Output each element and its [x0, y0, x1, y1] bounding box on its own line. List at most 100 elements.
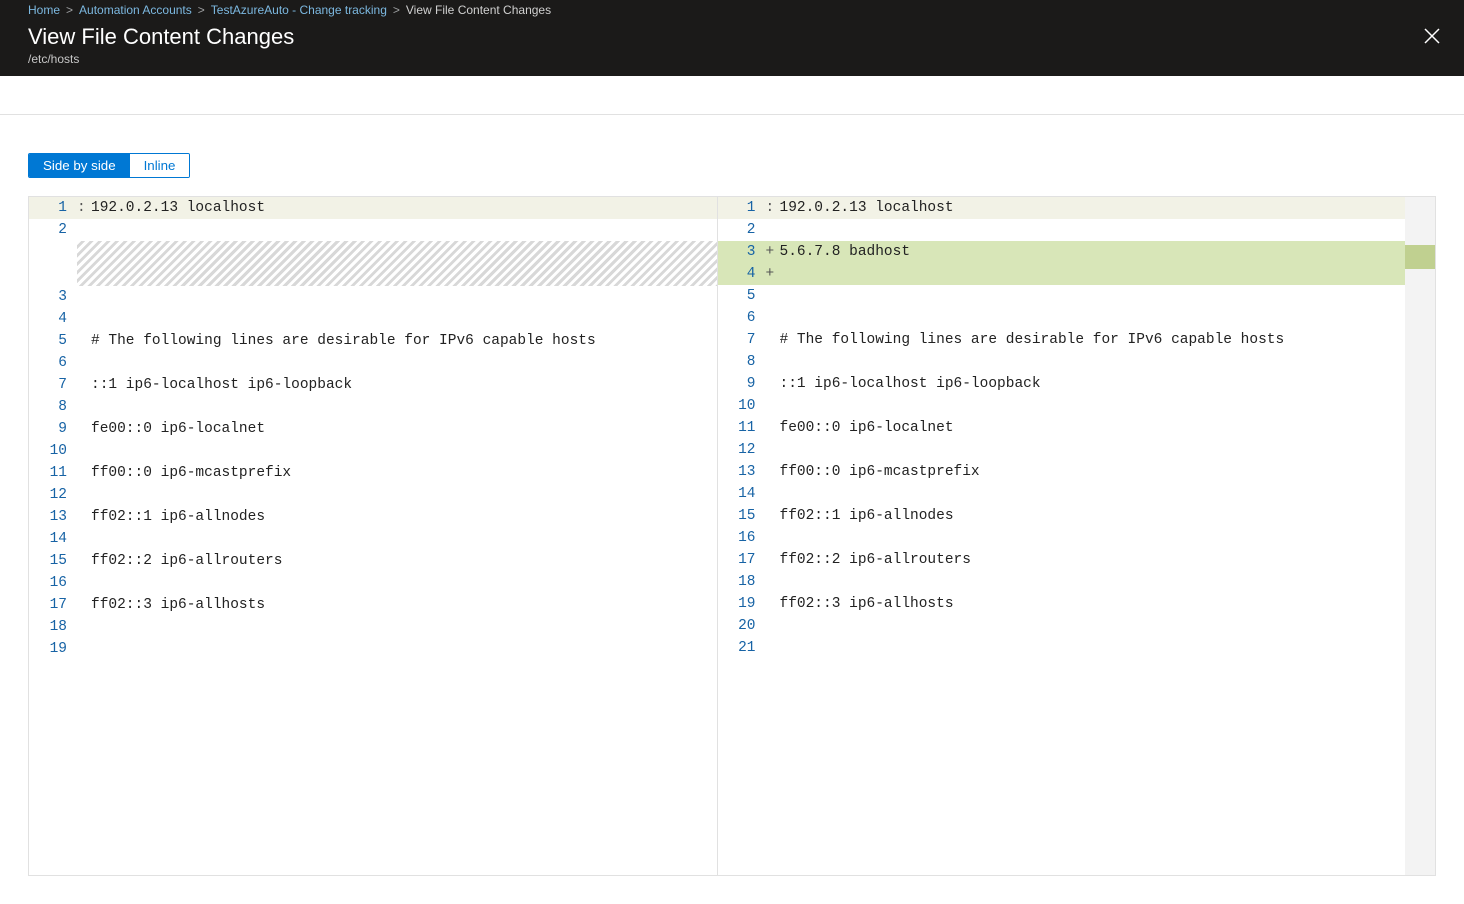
diff-pane-right[interactable]: 1:192.0.2.13 localhost23+5.6.7.8 badhost…: [718, 197, 1406, 875]
toggle-side-by-side[interactable]: Side by side: [29, 154, 130, 177]
line-number: 15: [718, 505, 766, 527]
line-number: 6: [718, 307, 766, 329]
line-marker: [766, 637, 780, 659]
line-number: 19: [718, 593, 766, 615]
line-content: ff00::0 ip6-mcastprefix: [91, 462, 717, 484]
line-number: 16: [29, 572, 77, 594]
line-content: ff02::3 ip6-allhosts: [91, 594, 717, 616]
line-number: 2: [29, 219, 77, 241]
diff-line: 7# The following lines are desirable for…: [718, 329, 1406, 351]
line-marker: [77, 418, 91, 440]
line-content: [780, 351, 1406, 373]
breadcrumb-current: View File Content Changes: [406, 3, 551, 17]
line-number: 13: [29, 506, 77, 528]
line-marker: :: [766, 197, 780, 219]
line-marker: [766, 483, 780, 505]
diff-line: 9::1 ip6-localhost ip6-loopback: [718, 373, 1406, 395]
line-marker: [766, 615, 780, 637]
line-content: ::1 ip6-localhost ip6-loopback: [91, 374, 717, 396]
line-number: 18: [29, 616, 77, 638]
line-content: [780, 571, 1406, 593]
line-number: 3: [718, 241, 766, 263]
line-marker: [77, 352, 91, 374]
diff-line: 14: [718, 483, 1406, 505]
diff-line: 14: [29, 528, 717, 550]
breadcrumb-automation[interactable]: Automation Accounts: [79, 3, 192, 17]
line-marker: [77, 396, 91, 418]
toggle-inline[interactable]: Inline: [130, 154, 190, 177]
diff-line: 1:192.0.2.13 localhost: [718, 197, 1406, 219]
line-marker: [77, 616, 91, 638]
line-number: 17: [718, 549, 766, 571]
diff-line: 18: [718, 571, 1406, 593]
diff-line: 8: [29, 396, 717, 418]
line-content: ff00::0 ip6-mcastprefix: [780, 461, 1406, 483]
diff-line: 15ff02::2 ip6-allrouters: [29, 550, 717, 572]
line-number: [29, 241, 77, 286]
diff-line: 1:192.0.2.13 localhost: [29, 197, 717, 219]
line-content: 5.6.7.8 badhost: [780, 241, 1406, 263]
line-content: [780, 615, 1406, 637]
diff-line: 10: [718, 395, 1406, 417]
diff-line: 21: [718, 637, 1406, 659]
breadcrumb-change-tracking[interactable]: TestAzureAuto - Change tracking: [211, 3, 387, 17]
line-content: [91, 638, 717, 660]
diff-container: 1:192.0.2.13 localhost2345# The followin…: [28, 196, 1436, 876]
diff-line: 11fe00::0 ip6-localnet: [718, 417, 1406, 439]
line-marker: +: [766, 263, 780, 285]
line-number: 14: [718, 483, 766, 505]
line-content: [780, 483, 1406, 505]
diff-line: 3+5.6.7.8 badhost: [718, 241, 1406, 263]
line-content: [780, 637, 1406, 659]
line-marker: [77, 550, 91, 572]
line-marker: [77, 594, 91, 616]
breadcrumb-sep: >: [66, 3, 73, 17]
overview-ruler[interactable]: [1405, 197, 1435, 875]
diff-line: 19 ff02::3 ip6-allhosts: [718, 593, 1406, 615]
line-number: 6: [29, 352, 77, 374]
breadcrumb-home[interactable]: Home: [28, 3, 60, 17]
diff-line: 4+: [718, 263, 1406, 285]
line-content: [91, 528, 717, 550]
line-content: ff02::3 ip6-allhosts: [780, 593, 1406, 615]
diff-line: 5# The following lines are desirable for…: [29, 330, 717, 352]
line-number: 8: [29, 396, 77, 418]
line-number: 8: [718, 351, 766, 373]
line-number: 7: [29, 374, 77, 396]
line-number: 5: [718, 285, 766, 307]
line-content: ff02::1 ip6-allnodes: [91, 506, 717, 528]
line-content: [91, 308, 717, 330]
line-content: [91, 440, 717, 462]
line-marker: [77, 462, 91, 484]
line-marker: [766, 461, 780, 483]
line-number: 10: [718, 395, 766, 417]
diff-line: 18: [29, 616, 717, 638]
line-number: 9: [718, 373, 766, 395]
line-number: 12: [718, 439, 766, 461]
diff-line: 6: [718, 307, 1406, 329]
line-content: ff02::2 ip6-allrouters: [91, 550, 717, 572]
line-number: 17: [29, 594, 77, 616]
line-marker: :: [77, 197, 91, 219]
line-content: [780, 285, 1406, 307]
line-marker: [77, 638, 91, 660]
breadcrumb-sep: >: [393, 3, 400, 17]
breadcrumb: Home > Automation Accounts > TestAzureAu…: [0, 0, 1464, 20]
diff-line: 3: [29, 286, 717, 308]
line-marker: [77, 219, 91, 241]
diff-line: 7::1 ip6-localhost ip6-loopback: [29, 374, 717, 396]
line-marker: [766, 285, 780, 307]
line-content: # The following lines are desirable for …: [780, 329, 1406, 351]
diff-line: 6: [29, 352, 717, 374]
close-button[interactable]: [1420, 24, 1444, 52]
line-content: 192.0.2.13 localhost: [780, 197, 1406, 219]
line-number: 21: [718, 637, 766, 659]
line-marker: [77, 572, 91, 594]
line-marker: [766, 527, 780, 549]
diff-pane-left[interactable]: 1:192.0.2.13 localhost2345# The followin…: [29, 197, 718, 875]
line-marker: [77, 484, 91, 506]
line-number: 12: [29, 484, 77, 506]
line-marker: [766, 549, 780, 571]
diff-line: 9fe00::0 ip6-localnet: [29, 418, 717, 440]
line-content: [91, 484, 717, 506]
